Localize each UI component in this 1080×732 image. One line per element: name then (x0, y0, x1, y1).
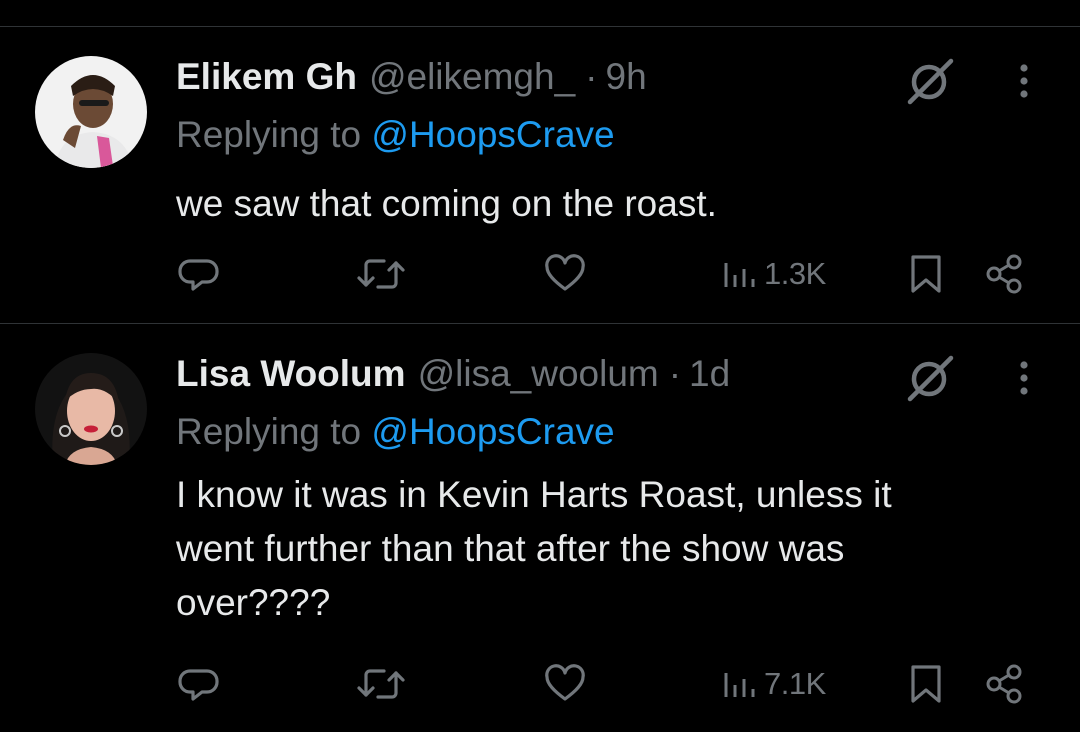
bookmark-icon (911, 255, 941, 293)
display-name[interactable]: Lisa Woolum (176, 352, 406, 396)
more-options-icon[interactable] (1008, 358, 1040, 398)
avatar[interactable] (35, 353, 147, 465)
bookmark-icon (911, 665, 941, 703)
action-bar: 1.3K (0, 249, 1080, 299)
user-handle[interactable]: @elikemgh_ (369, 55, 575, 99)
grok-icon[interactable] (902, 53, 958, 109)
grok-icon[interactable] (902, 350, 958, 406)
retweet-button[interactable] (356, 659, 406, 709)
heart-icon (545, 254, 585, 291)
mention-link[interactable]: @HoopsCrave (371, 411, 614, 452)
like-button[interactable] (544, 249, 586, 299)
reply-tweet[interactable]: Elikem Gh @elikemgh_ · 9h Replying to @H… (0, 27, 1080, 323)
avatar[interactable] (35, 56, 147, 168)
views-button[interactable]: 1.3K (722, 249, 826, 299)
share-icon (986, 664, 1022, 704)
reply-icon (178, 259, 219, 291)
display-name[interactable]: Elikem Gh (176, 55, 357, 99)
separator-dot: · (585, 56, 598, 97)
separator-dot: · (668, 353, 682, 394)
share-button[interactable] (984, 659, 1026, 709)
replying-to: Replying to @HoopsCrave (176, 113, 615, 157)
mention-link[interactable]: @HoopsCrave (371, 114, 614, 155)
reply-button[interactable] (178, 249, 220, 299)
replying-to: Replying to @HoopsCrave (176, 410, 615, 454)
views-icon (724, 673, 755, 697)
tweet-header: Elikem Gh @elikemgh_ · 9h (176, 55, 647, 99)
tweet-text: I know it was in Kevin Harts Roast, unle… (176, 474, 892, 623)
bookmark-button[interactable] (908, 659, 944, 709)
reply-button[interactable] (178, 659, 220, 709)
replying-to-prefix: Replying to (176, 411, 372, 452)
timestamp[interactable]: 1d (689, 352, 730, 396)
share-button[interactable] (984, 249, 1026, 299)
reply-tweet[interactable]: Lisa Woolum @lisa_woolum · 1d Replying t… (0, 324, 1080, 732)
retweet-icon (357, 259, 405, 289)
views-count: 7.1K (764, 666, 826, 701)
tweet-text: we saw that coming on the roast. (176, 183, 717, 224)
replying-to-prefix: Replying to (176, 114, 372, 155)
reply-icon (178, 669, 219, 701)
timestamp[interactable]: 9h (606, 55, 647, 99)
user-handle[interactable]: @lisa_woolum (418, 352, 659, 396)
tweet-header: Lisa Woolum @lisa_woolum · 1d (176, 352, 730, 396)
share-icon (986, 254, 1022, 294)
more-options-icon[interactable] (1008, 61, 1040, 101)
like-button[interactable] (544, 659, 586, 709)
bookmark-button[interactable] (908, 249, 944, 299)
heart-icon (545, 664, 585, 701)
views-button[interactable]: 7.1K (722, 659, 826, 709)
action-bar: 7.1K (0, 659, 1080, 709)
retweet-button[interactable] (356, 249, 406, 299)
views-icon (724, 263, 755, 287)
views-count: 1.3K (764, 256, 826, 291)
retweet-icon (357, 669, 405, 699)
